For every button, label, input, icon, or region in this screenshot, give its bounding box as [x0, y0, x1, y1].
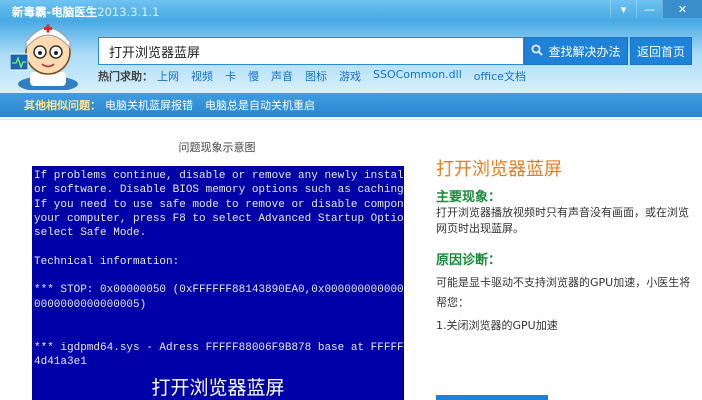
doctor-logo-icon	[10, 24, 78, 90]
fix-step: 1.关闭浏览器的GPU加速	[436, 319, 558, 332]
close-icon[interactable]: ✕	[662, 0, 702, 18]
related-issues-bar: 其他相似问题： 电脑关机蓝屏报错 电脑总是自动关机重启	[0, 93, 702, 117]
example-caption: 问题现象示意图	[178, 141, 256, 154]
window-controls: ▾ — ✕	[610, 0, 702, 18]
fix-button[interactable]	[436, 395, 548, 400]
hot-link-game[interactable]: 游戏	[339, 68, 361, 84]
find-solution-button[interactable]: 查找解决办法	[524, 37, 628, 65]
menu-icon[interactable]: ▾	[610, 0, 636, 18]
diagnosis-heading: 原因诊断：	[436, 253, 502, 268]
hot-link-slow[interactable]: 慢	[248, 68, 259, 84]
app-version: 2013.3.1.1	[97, 5, 160, 19]
diagnosis-text: 可能是显卡驱动不支持浏览器的GPU加速，小医生将帮您：	[436, 276, 691, 309]
minimize-icon[interactable]: —	[636, 0, 662, 18]
back-home-button[interactable]: 返回首页	[630, 37, 692, 65]
hot-link-sound[interactable]: 声音	[271, 68, 293, 84]
hot-topics-label: 热门求助：	[98, 70, 153, 83]
hot-topics: 热门求助： 上网 视频 卡 慢 声音 图标 游戏 SSOCommon.dll o…	[98, 68, 538, 84]
related-issues-label: 其他相似问题：	[24, 99, 101, 112]
related-link-auto-restart[interactable]: 电脑总是自动关机重启	[205, 97, 315, 113]
symptom-text: 打开浏览器播放视频时只有声音没有画面，或在浏览网页时出现蓝屏。	[436, 206, 689, 235]
bsod-screenshot: If problems continue, disable or remove …	[32, 166, 404, 400]
symptom-heading: 主要现象：	[436, 190, 502, 205]
related-link-shutdown-bsod[interactable]: 电脑关机蓝屏报错	[105, 97, 193, 113]
hot-link-video[interactable]: 视频	[191, 68, 213, 84]
search-input[interactable]	[109, 43, 523, 59]
hot-link-icon[interactable]: 图标	[305, 68, 327, 84]
search-icon	[531, 44, 544, 59]
find-solution-label: 查找解决办法	[548, 44, 621, 59]
search-box[interactable]	[98, 37, 524, 65]
app-name: 新毒霸-电脑医生	[12, 5, 98, 19]
hot-link-ssocommon[interactable]: SSOCommon.dll	[373, 68, 462, 84]
issue-title: 打开浏览器蓝屏	[436, 159, 562, 180]
bsod-overlay-title: 打开浏览器蓝屏	[151, 377, 285, 399]
divider	[0, 119, 702, 120]
hot-link-lag[interactable]: 卡	[225, 68, 236, 84]
header: 新毒霸-电脑医生2013.3.1.1 ▾ — ✕ 查找解决办法 返回首页 热门求…	[0, 0, 702, 93]
hot-link-office[interactable]: office文档	[474, 68, 526, 84]
hot-link-internet[interactable]: 上网	[157, 68, 179, 84]
bsod-text: If problems continue, disable or remove …	[34, 170, 404, 368]
